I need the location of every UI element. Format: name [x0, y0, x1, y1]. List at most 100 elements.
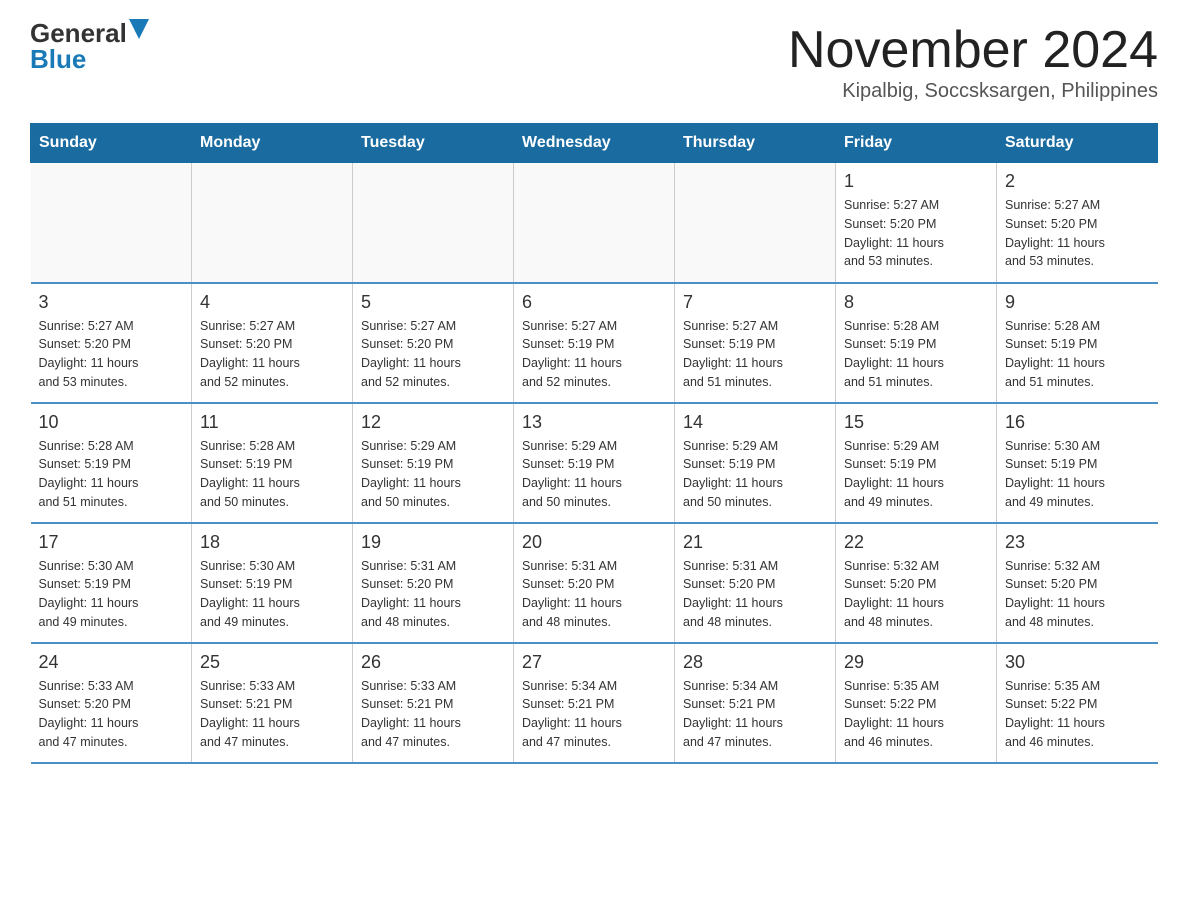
calendar-cell: 7 Sunrise: 5:27 AM Sunset: 5:19 PM Daylig…	[675, 283, 836, 403]
calendar-cell: 16 Sunrise: 5:30 AM Sunset: 5:19 PM Dayli…	[997, 403, 1158, 523]
calendar-cell: 29Sunrise: 5:35 AM Sunset: 5:22 PM Dayli…	[836, 643, 997, 763]
calendar-cell: 1 Sunrise: 5:27 AM Sunset: 5:20 PM Daylig…	[836, 163, 997, 283]
day-number: 1	[844, 171, 988, 192]
day-info: Sunrise: 5:32 AM Sunset: 5:20 PM Dayligh…	[844, 557, 988, 632]
day-number: 14	[683, 412, 827, 433]
day-info: Sunrise: 5:33 AM Sunset: 5:21 PM Dayligh…	[361, 677, 505, 752]
calendar-cell: 4 Sunrise: 5:27 AM Sunset: 5:20 PM Daylig…	[192, 283, 353, 403]
calendar-cell: 20 Sunrise: 5:31 AM Sunset: 5:20 PM Dayli…	[514, 523, 675, 643]
day-info: Sunrise: 5:32 AM Sunset: 5:20 PM Dayligh…	[1005, 557, 1150, 632]
day-number: 18	[200, 532, 344, 553]
day-number: 24	[39, 652, 184, 673]
day-info: Sunrise: 5:27 AM Sunset: 5:20 PM Dayligh…	[39, 317, 184, 392]
day-info: Sunrise: 5:29 AM Sunset: 5:19 PM Dayligh…	[844, 437, 988, 512]
calendar-week-row: 17 Sunrise: 5:30 AM Sunset: 5:19 PM Dayli…	[31, 523, 1158, 643]
calendar-cell: 21 Sunrise: 5:31 AM Sunset: 5:20 PM Dayli…	[675, 523, 836, 643]
day-info: Sunrise: 5:29 AM Sunset: 5:19 PM Dayligh…	[522, 437, 666, 512]
logo-triangle-icon	[129, 19, 149, 39]
day-number: 17	[39, 532, 184, 553]
calendar-cell	[353, 163, 514, 283]
day-info: Sunrise: 5:27 AM Sunset: 5:20 PM Dayligh…	[844, 196, 988, 271]
location-text: Kipalbig, Soccsksargen, Philippines	[788, 80, 1158, 103]
calendar-week-row: 3 Sunrise: 5:27 AM Sunset: 5:20 PM Daylig…	[31, 283, 1158, 403]
calendar-table: SundayMondayTuesdayWednesdayThursdayFrid…	[30, 123, 1158, 764]
calendar-cell: 28Sunrise: 5:34 AM Sunset: 5:21 PM Dayli…	[675, 643, 836, 763]
day-number: 19	[361, 532, 505, 553]
calendar-cell: 12Sunrise: 5:29 AM Sunset: 5:19 PM Dayli…	[353, 403, 514, 523]
calendar-week-row: 10 Sunrise: 5:28 AM Sunset: 5:19 PM Dayli…	[31, 403, 1158, 523]
calendar-cell: 6 Sunrise: 5:27 AM Sunset: 5:19 PM Daylig…	[514, 283, 675, 403]
day-info: Sunrise: 5:35 AM Sunset: 5:22 PM Dayligh…	[1005, 677, 1150, 752]
day-number: 13	[522, 412, 666, 433]
calendar-cell: 11 Sunrise: 5:28 AM Sunset: 5:19 PM Dayli…	[192, 403, 353, 523]
title-block: November 2024 Kipalbig, Soccsksargen, Ph…	[788, 20, 1158, 103]
day-number: 27	[522, 652, 666, 673]
page-header: General Blue November 2024 Kipalbig, Soc…	[30, 20, 1158, 103]
day-number: 25	[200, 652, 344, 673]
day-info: Sunrise: 5:34 AM Sunset: 5:21 PM Dayligh…	[683, 677, 827, 752]
calendar-cell	[31, 163, 192, 283]
day-info: Sunrise: 5:33 AM Sunset: 5:20 PM Dayligh…	[39, 677, 184, 752]
day-info: Sunrise: 5:31 AM Sunset: 5:20 PM Dayligh…	[522, 557, 666, 632]
day-info: Sunrise: 5:27 AM Sunset: 5:20 PM Dayligh…	[200, 317, 344, 392]
day-number: 4	[200, 292, 344, 313]
calendar-week-row: 24 Sunrise: 5:33 AM Sunset: 5:20 PM Dayli…	[31, 643, 1158, 763]
day-number: 2	[1005, 171, 1150, 192]
day-info: Sunrise: 5:30 AM Sunset: 5:19 PM Dayligh…	[200, 557, 344, 632]
logo-blue-text: Blue	[30, 46, 86, 72]
day-info: Sunrise: 5:29 AM Sunset: 5:19 PM Dayligh…	[683, 437, 827, 512]
day-info: Sunrise: 5:33 AM Sunset: 5:21 PM Dayligh…	[200, 677, 344, 752]
day-number: 5	[361, 292, 505, 313]
weekday-header-saturday: Saturday	[997, 124, 1158, 163]
weekday-header-sunday: Sunday	[31, 124, 192, 163]
day-info: Sunrise: 5:30 AM Sunset: 5:19 PM Dayligh…	[39, 557, 184, 632]
calendar-cell: 24 Sunrise: 5:33 AM Sunset: 5:20 PM Dayli…	[31, 643, 192, 763]
day-info: Sunrise: 5:31 AM Sunset: 5:20 PM Dayligh…	[683, 557, 827, 632]
weekday-header-tuesday: Tuesday	[353, 124, 514, 163]
day-number: 20	[522, 532, 666, 553]
calendar-cell: 3 Sunrise: 5:27 AM Sunset: 5:20 PM Daylig…	[31, 283, 192, 403]
day-number: 22	[844, 532, 988, 553]
day-info: Sunrise: 5:34 AM Sunset: 5:21 PM Dayligh…	[522, 677, 666, 752]
day-info: Sunrise: 5:27 AM Sunset: 5:19 PM Dayligh…	[522, 317, 666, 392]
calendar-week-row: 1 Sunrise: 5:27 AM Sunset: 5:20 PM Daylig…	[31, 163, 1158, 283]
month-title: November 2024	[788, 20, 1158, 80]
day-info: Sunrise: 5:27 AM Sunset: 5:20 PM Dayligh…	[361, 317, 505, 392]
day-info: Sunrise: 5:27 AM Sunset: 5:19 PM Dayligh…	[683, 317, 827, 392]
logo: General Blue	[30, 20, 149, 72]
day-number: 6	[522, 292, 666, 313]
day-info: Sunrise: 5:28 AM Sunset: 5:19 PM Dayligh…	[200, 437, 344, 512]
calendar-cell	[192, 163, 353, 283]
calendar-cell: 23 Sunrise: 5:32 AM Sunset: 5:20 PM Dayli…	[997, 523, 1158, 643]
day-number: 9	[1005, 292, 1150, 313]
day-number: 21	[683, 532, 827, 553]
day-number: 29	[844, 652, 988, 673]
calendar-cell	[514, 163, 675, 283]
day-number: 3	[39, 292, 184, 313]
day-number: 10	[39, 412, 184, 433]
day-info: Sunrise: 5:29 AM Sunset: 5:19 PM Dayligh…	[361, 437, 505, 512]
day-number: 23	[1005, 532, 1150, 553]
day-number: 15	[844, 412, 988, 433]
day-info: Sunrise: 5:30 AM Sunset: 5:19 PM Dayligh…	[1005, 437, 1150, 512]
day-number: 11	[200, 412, 344, 433]
calendar-cell: 5 Sunrise: 5:27 AM Sunset: 5:20 PM Daylig…	[353, 283, 514, 403]
calendar-cell: 27 Sunrise: 5:34 AM Sunset: 5:21 PM Dayli…	[514, 643, 675, 763]
weekday-header-friday: Friday	[836, 124, 997, 163]
calendar-cell: 10Sunrise: 5:28 AM Sunset: 5:19 PM Dayli…	[31, 403, 192, 523]
day-number: 30	[1005, 652, 1150, 673]
calendar-header-row: SundayMondayTuesdayWednesdayThursdayFrid…	[31, 124, 1158, 163]
calendar-cell: 2 Sunrise: 5:27 AM Sunset: 5:20 PM Daylig…	[997, 163, 1158, 283]
calendar-cell: 19 Sunrise: 5:31 AM Sunset: 5:20 PM Dayli…	[353, 523, 514, 643]
day-number: 16	[1005, 412, 1150, 433]
day-info: Sunrise: 5:28 AM Sunset: 5:19 PM Dayligh…	[844, 317, 988, 392]
calendar-cell: 22 Sunrise: 5:32 AM Sunset: 5:20 PM Dayli…	[836, 523, 997, 643]
day-number: 7	[683, 292, 827, 313]
day-info: Sunrise: 5:31 AM Sunset: 5:20 PM Dayligh…	[361, 557, 505, 632]
calendar-cell: 26 Sunrise: 5:33 AM Sunset: 5:21 PM Dayli…	[353, 643, 514, 763]
calendar-cell: 13 Sunrise: 5:29 AM Sunset: 5:19 PM Dayli…	[514, 403, 675, 523]
day-number: 8	[844, 292, 988, 313]
calendar-cell: 15 Sunrise: 5:29 AM Sunset: 5:19 PM Dayli…	[836, 403, 997, 523]
day-number: 26	[361, 652, 505, 673]
day-info: Sunrise: 5:27 AM Sunset: 5:20 PM Dayligh…	[1005, 196, 1150, 271]
